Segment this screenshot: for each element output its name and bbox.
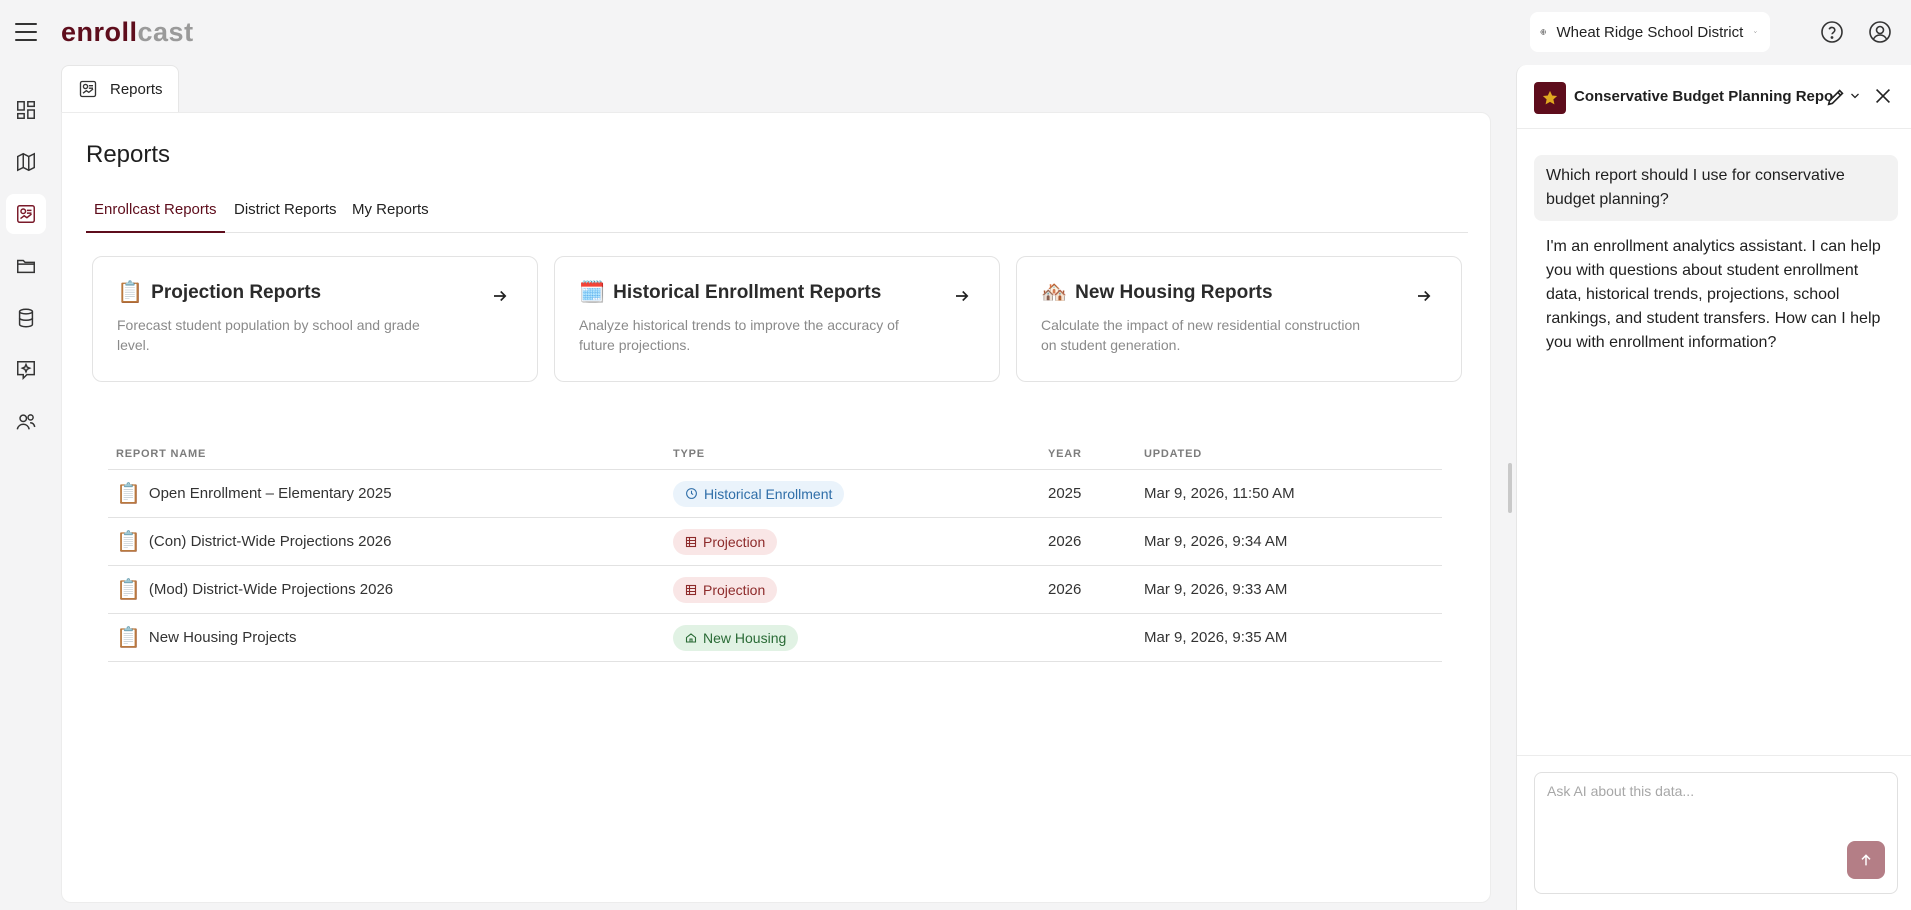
clock-icon — [686, 488, 697, 499]
users-icon — [16, 414, 36, 430]
report-name: (Con) District-Wide Projections 2026 — [148, 533, 392, 550]
table-header: REPORT NAME TYPE YEAR UPDATED — [108, 438, 1442, 470]
district-selector[interactable]: Wheat Ridge School District — [1530, 12, 1770, 52]
table-row[interactable]: 📋 New Housing Projects New Housing Mar 9,… — [108, 614, 1442, 662]
card-title: Projection Reports — [151, 282, 322, 303]
reports-icon — [79, 80, 97, 98]
send-button[interactable] — [1847, 841, 1885, 879]
report-tabs: Enrollcast Reports District Reports My R… — [86, 197, 1468, 233]
tab-enrollcast-reports[interactable]: Enrollcast Reports — [86, 197, 225, 233]
report-updated: Mar 9, 2026, 11:50 AM — [1144, 485, 1295, 502]
ai-panel-header: Conservative Budget Planning Report — [1517, 65, 1911, 129]
report-name: (Mod) District-Wide Projections 2026 — [148, 581, 394, 598]
star-icon — [1534, 82, 1566, 114]
divider — [1517, 755, 1911, 756]
nav-ai-insights[interactable] — [6, 350, 46, 390]
calendar-icon: 🗓️ — [579, 281, 606, 304]
column-header-year: YEAR — [1048, 448, 1082, 460]
chevron-down-icon[interactable] — [1849, 90, 1861, 102]
nav-reports[interactable] — [6, 194, 46, 234]
clipboard-icon: 📋 — [116, 531, 141, 553]
user-account-icon[interactable] — [1868, 20, 1892, 44]
report-updated: Mar 9, 2026, 9:35 AM — [1144, 629, 1288, 646]
clipboard-icon: 📋 — [116, 627, 141, 649]
card-historical-enrollment-reports[interactable]: 🗓️ Historical Enrollment Reports Analyze… — [554, 256, 1000, 382]
arrow-right-icon — [956, 290, 969, 302]
app-logo[interactable]: enrollcast — [61, 16, 194, 48]
menu-icon[interactable] — [14, 20, 38, 44]
arrow-right-icon — [1418, 290, 1431, 302]
card-description: Forecast student population by school an… — [117, 317, 420, 353]
report-name: New Housing Projects — [148, 629, 297, 646]
type-badge: Projection — [673, 576, 778, 603]
ai-chat-input-box — [1534, 772, 1898, 894]
district-name: Wheat Ridge School District — [1556, 23, 1744, 41]
conversation-title: Conservative Budget Planning Report — [1574, 88, 1834, 105]
card-projection-reports[interactable]: 📋 Projection Reports Forecast student po… — [92, 256, 538, 382]
main-panel: Reports Enrollcast Reports District Repo… — [61, 112, 1491, 903]
table-row[interactable]: 📋 (Con) District-Wide Projections 2026 Pr… — [108, 518, 1442, 566]
nav-database[interactable] — [6, 298, 46, 338]
grid-table-icon — [685, 536, 697, 547]
clipboard-icon: 📋 — [116, 579, 141, 601]
table-row[interactable]: 📋 Open Enrollment – Elementary 2025 Histo… — [108, 470, 1442, 518]
type-badge: Historical Enrollment — [673, 480, 845, 507]
report-year: 2026 — [1048, 581, 1082, 598]
user-message: Which report should I use for conservati… — [1534, 155, 1898, 221]
tab-reports[interactable]: Reports — [61, 65, 179, 112]
arrow-up-icon — [1861, 854, 1871, 866]
edit-pencil-icon[interactable] — [1825, 86, 1847, 108]
houses-icon: 🏘️ — [1041, 281, 1068, 304]
map-icon — [17, 152, 35, 172]
report-name: Open Enrollment – Elementary 2025 — [148, 485, 392, 502]
top-bar: enrollcast Wheat Ridge School District — [0, 0, 1911, 64]
page-title: Reports — [86, 141, 171, 168]
column-header-updated: UPDATED — [1144, 448, 1202, 460]
report-year: 2025 — [1048, 485, 1082, 502]
chevron-down-icon — [1754, 31, 1757, 33]
folder-icon — [17, 259, 35, 274]
report-updated: Mar 9, 2026, 9:33 AM — [1144, 581, 1288, 598]
clipboard-icon: 📋 — [116, 483, 141, 505]
nav-users[interactable] — [6, 402, 46, 442]
card-title: New Housing Reports — [1075, 282, 1273, 303]
close-icon[interactable] — [1872, 85, 1894, 107]
card-title: Historical Enrollment Reports — [613, 282, 882, 303]
report-year: 2026 — [1048, 533, 1082, 550]
card-description: Analyze historical trends to improve the… — [579, 317, 899, 353]
globe-icon — [1540, 29, 1546, 35]
tab-label: Reports — [110, 80, 163, 98]
card-new-housing-reports[interactable]: 🏘️ New Housing Reports Calculate the imp… — [1016, 256, 1462, 382]
card-description: Calculate the impact of new residential … — [1041, 317, 1361, 353]
nav-folders[interactable] — [6, 246, 46, 286]
report-updated: Mar 9, 2026, 9:34 AM — [1144, 533, 1288, 550]
reports-icon — [17, 205, 35, 223]
table-row[interactable]: 📋 (Mod) District-Wide Projections 2026 Pr… — [108, 566, 1442, 614]
help-icon[interactable] — [1820, 20, 1844, 44]
type-badge: New Housing — [673, 624, 799, 651]
reports-table: REPORT NAME TYPE YEAR UPDATED 📋 Open Enro… — [108, 438, 1442, 662]
ai-chat-input[interactable] — [1547, 783, 1847, 823]
tab-my-reports[interactable]: My Reports — [344, 197, 437, 233]
panel-resize-handle[interactable] — [1508, 463, 1512, 513]
nav-map[interactable] — [6, 142, 46, 182]
home-icon — [685, 632, 697, 643]
nav-dashboard[interactable] — [6, 90, 46, 130]
ai-assistant-panel: Conservative Budget Planning Report Whic… — [1516, 65, 1911, 910]
dashboard-icon — [17, 101, 35, 119]
type-badge: Projection — [673, 528, 778, 555]
tab-district-reports[interactable]: District Reports — [226, 197, 345, 233]
arrow-right-icon — [494, 290, 507, 302]
ai-chat-icon — [17, 361, 35, 381]
grid-table-icon — [685, 584, 697, 595]
column-header-report-name: REPORT NAME — [116, 448, 207, 460]
clipboard-icon: 📋 — [117, 281, 144, 304]
database-icon — [18, 308, 34, 328]
column-header-type: TYPE — [673, 448, 705, 460]
assistant-message: I'm an enrollment analytics assistant. I… — [1546, 238, 1881, 351]
